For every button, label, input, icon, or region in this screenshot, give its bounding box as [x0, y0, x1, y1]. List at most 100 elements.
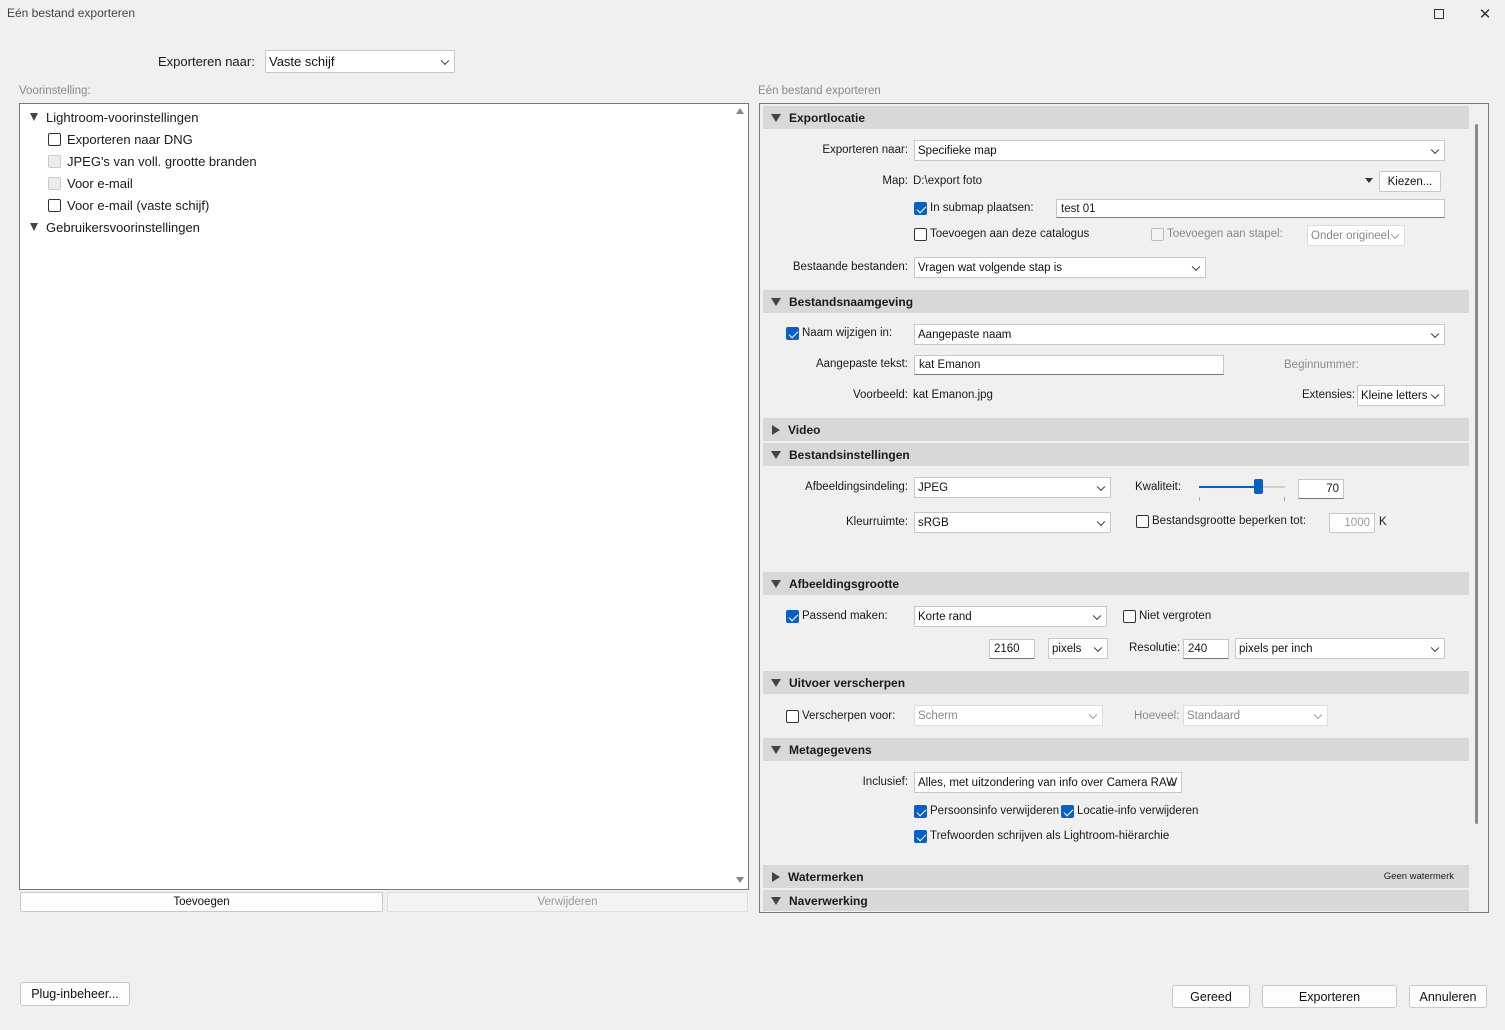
- preset-item[interactable]: Voor e-mail: [67, 176, 133, 191]
- section-metadata[interactable]: Metagegevens: [763, 738, 1469, 761]
- preset-checkbox: [48, 177, 61, 190]
- dimension-unit-dropdown[interactable]: pixels: [1048, 638, 1108, 659]
- resolution-unit-dropdown[interactable]: pixels per inch: [1235, 638, 1445, 659]
- existing-files-label: Bestaande bestanden:: [792, 261, 908, 273]
- preset-group-lightroom[interactable]: Lightroom-voorinstellingen: [46, 110, 198, 125]
- limit-size-unit: K: [1379, 516, 1387, 528]
- add-stack-checkbox[interactable]: [1151, 228, 1164, 241]
- dimension-input[interactable]: 2160: [989, 639, 1035, 659]
- amount-label: Hoeveel:: [1134, 710, 1180, 722]
- resolution-input[interactable]: 240: [1183, 639, 1229, 659]
- stack-position-dropdown[interactable]: Onder origineel: [1307, 225, 1405, 246]
- custom-text-input[interactable]: kat Emanon: [914, 355, 1224, 375]
- sharpen-amount-dropdown[interactable]: Standaard: [1183, 705, 1328, 726]
- chevron-down-icon: [1430, 390, 1440, 399]
- preset-checkbox: [48, 155, 61, 168]
- chevron-down-icon: [1390, 230, 1400, 239]
- maximize-button[interactable]: [1416, 0, 1462, 28]
- section-video[interactable]: Video: [763, 418, 1469, 441]
- limit-size-input[interactable]: 1000: [1329, 513, 1375, 533]
- export-to-label: Exporteren naar:: [158, 54, 255, 69]
- preset-group-user[interactable]: Gebruikersvoorinstellingen: [46, 220, 200, 235]
- example-filename: kat Emanon.jpg: [913, 389, 993, 401]
- collapsed-triangle-icon: [772, 424, 780, 435]
- resize-mode-dropdown[interactable]: Korte rand: [914, 606, 1107, 627]
- expand-triangle-icon: [771, 896, 781, 905]
- collapse-triangle-icon[interactable]: [30, 223, 38, 231]
- sharpen-label: Verscherpen voor:: [802, 710, 896, 722]
- keywords-hierarchy-label: Trefwoorden schrijven als Lightroom-hiër…: [930, 830, 1170, 842]
- expand-triangle-icon: [771, 678, 781, 687]
- extensions-label: Extensies:: [1302, 389, 1356, 401]
- quality-slider-thumb[interactable]: [1254, 479, 1263, 494]
- section-output-sharpening[interactable]: Uitvoer verscherpen: [763, 671, 1469, 694]
- existing-files-dropdown[interactable]: Vragen wat volgende stap is: [914, 257, 1206, 278]
- section-watermark[interactable]: Watermerken Geen watermerk: [763, 865, 1469, 888]
- quality-slider[interactable]: [1199, 479, 1285, 494]
- chevron-down-icon: [1430, 145, 1440, 154]
- metadata-include-dropdown[interactable]: Alles, met uitzondering van info over Ca…: [914, 772, 1182, 793]
- include-label: Inclusief:: [862, 776, 908, 788]
- subfolder-checkbox[interactable]: [914, 202, 927, 215]
- sharpen-for-dropdown[interactable]: Scherm: [914, 705, 1103, 726]
- no-enlarge-checkbox[interactable]: [1123, 610, 1136, 623]
- section-file-naming[interactable]: Bestandsnaamgeving: [763, 290, 1469, 313]
- preset-checkbox[interactable]: [48, 133, 61, 146]
- colorspace-dropdown[interactable]: sRGB: [914, 512, 1111, 533]
- export-destination-dropdown[interactable]: Specifieke map: [914, 140, 1445, 161]
- collapsed-triangle-icon: [772, 871, 780, 882]
- add-preset-button[interactable]: Toevoegen: [20, 892, 383, 912]
- example-label: Voorbeeld:: [853, 389, 908, 401]
- chevron-down-icon: [1313, 710, 1323, 719]
- folder-history-icon[interactable]: [1365, 178, 1373, 183]
- rename-checkbox[interactable]: [786, 327, 799, 340]
- expand-triangle-icon: [771, 450, 781, 459]
- section-file-settings[interactable]: Bestandsinstellingen: [763, 443, 1469, 466]
- export-to-dropdown[interactable]: Vaste schijf: [265, 50, 455, 73]
- remove-person-checkbox[interactable]: [914, 805, 927, 818]
- sharpen-checkbox[interactable]: [786, 710, 799, 723]
- preset-item[interactable]: JPEG's van voll. grootte branden: [67, 154, 257, 169]
- image-format-dropdown[interactable]: JPEG: [914, 477, 1111, 498]
- keywords-hierarchy-checkbox[interactable]: [914, 830, 927, 843]
- remove-location-checkbox[interactable]: [1061, 805, 1074, 818]
- add-catalog-label: Toevoegen aan deze catalogus: [930, 228, 1090, 240]
- no-enlarge-label: Niet vergroten: [1139, 610, 1212, 622]
- preset-item[interactable]: Voor e-mail (vaste schijf): [67, 198, 209, 213]
- limit-size-checkbox[interactable]: [1136, 515, 1149, 528]
- choose-folder-button[interactable]: Kiezen...: [1379, 171, 1441, 192]
- extensions-dropdown[interactable]: Kleine letters: [1357, 385, 1445, 406]
- quality-input[interactable]: 70: [1298, 479, 1344, 499]
- remove-preset-button[interactable]: Verwijderen: [387, 892, 748, 912]
- close-button[interactable]: ✕: [1462, 0, 1505, 28]
- add-catalog-checkbox[interactable]: [914, 228, 927, 241]
- rename-template-dropdown[interactable]: Aangepaste naam: [914, 324, 1445, 345]
- rename-label: Naam wijzigen in:: [802, 327, 893, 339]
- subfolder-input[interactable]: test 01: [1056, 199, 1445, 218]
- scroll-down-arrow[interactable]: [736, 877, 746, 885]
- quality-label: Kwaliteit:: [1135, 481, 1182, 493]
- collapse-triangle-icon[interactable]: [30, 113, 38, 121]
- plugin-manager-button[interactable]: Plug-inbeheer...: [20, 982, 130, 1006]
- presets-header: Voorinstelling:: [19, 85, 91, 97]
- preset-checkbox[interactable]: [48, 199, 61, 212]
- limit-size-label: Bestandsgrootte beperken tot:: [1152, 515, 1307, 527]
- section-image-size[interactable]: Afbeeldingsgrootte: [763, 572, 1469, 595]
- done-button[interactable]: Gereed: [1172, 985, 1250, 1008]
- scroll-up-arrow[interactable]: [736, 108, 746, 116]
- chevron-down-icon: [1092, 611, 1102, 620]
- format-label: Afbeeldingsindeling:: [805, 481, 908, 493]
- chevron-down-icon: [1088, 710, 1098, 719]
- section-post-processing[interactable]: Naverwerking: [763, 890, 1469, 911]
- export-to-label: Exporteren naar:: [822, 144, 908, 156]
- folder-path: D:\export foto: [913, 175, 983, 187]
- chevron-down-icon: [1096, 517, 1106, 526]
- preset-item[interactable]: Exporteren naar DNG: [67, 132, 193, 147]
- settings-header: Eén bestand exporteren: [758, 85, 881, 97]
- export-button[interactable]: Exporteren: [1262, 985, 1397, 1008]
- resize-checkbox[interactable]: [786, 610, 799, 623]
- settings-scrollbar[interactable]: [1475, 124, 1478, 824]
- window-title: Eén bestand exporteren: [7, 6, 136, 20]
- cancel-button[interactable]: Annuleren: [1409, 985, 1487, 1008]
- section-export-location[interactable]: Exportlocatie: [763, 106, 1469, 129]
